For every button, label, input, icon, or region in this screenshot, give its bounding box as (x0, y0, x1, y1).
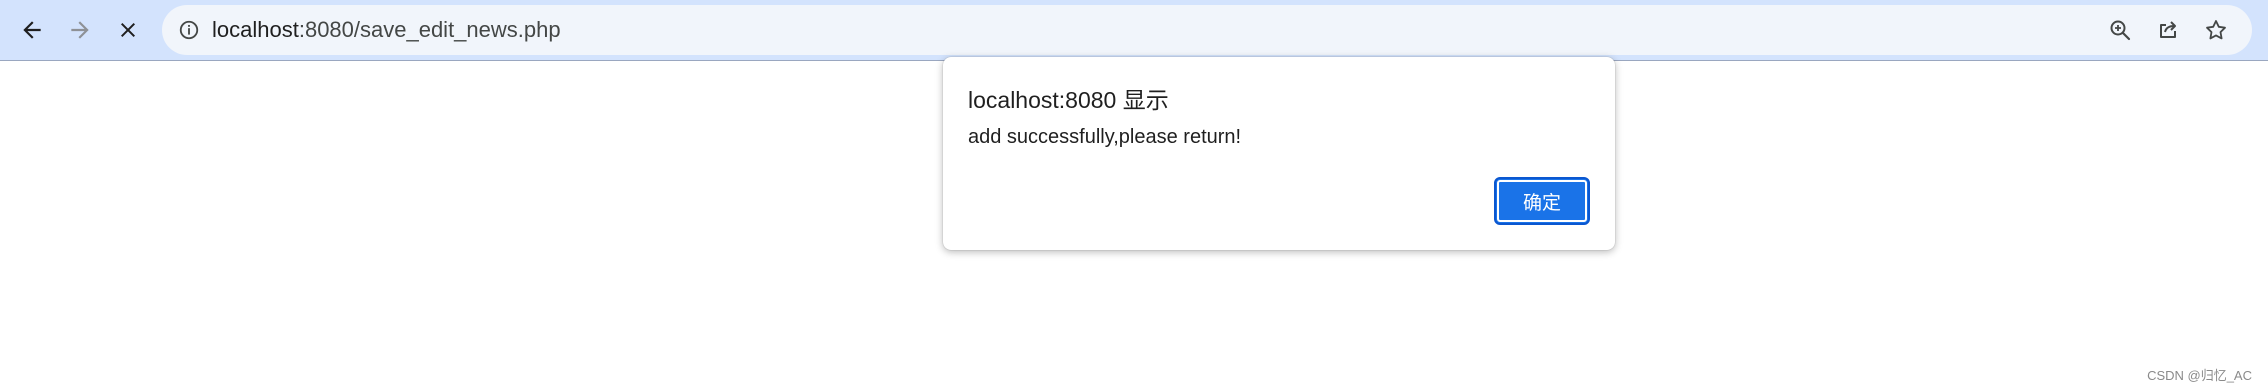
arrow-right-icon (71, 21, 89, 39)
share-icon (2160, 21, 2176, 38)
ok-button[interactable]: 确定 (1494, 177, 1590, 225)
watermark: CSDN @归忆_AC (2147, 368, 2252, 383)
address-bar[interactable]: localhost:8080/save_edit_news.php (162, 5, 2252, 55)
url-path: :8080/save_edit_news.php (298, 17, 561, 42)
browser-toolbar: localhost:8080/save_edit_news.php (0, 0, 2268, 61)
info-icon[interactable] (178, 19, 200, 41)
url-text[interactable]: localhost:8080/save_edit_news.php (212, 5, 561, 55)
close-icon (121, 23, 135, 37)
zoom-button[interactable] (2107, 17, 2133, 43)
dialog-title: localhost:8080 显示 (968, 87, 1169, 113)
bookmark-button[interactable] (2203, 17, 2229, 43)
stop-button[interactable] (108, 10, 148, 50)
back-button[interactable] (12, 10, 52, 50)
arrow-left-icon (23, 21, 41, 39)
url-host: localhost (212, 17, 299, 42)
share-button[interactable] (2155, 17, 2181, 43)
alert-dialog: localhost:8080 显示 add successfully,pleas… (943, 57, 1615, 250)
forward-button[interactable] (60, 10, 100, 50)
dialog-message: add successfully,please return! (968, 126, 1242, 148)
star-icon (2206, 20, 2226, 40)
zoom-icon (2110, 20, 2131, 41)
